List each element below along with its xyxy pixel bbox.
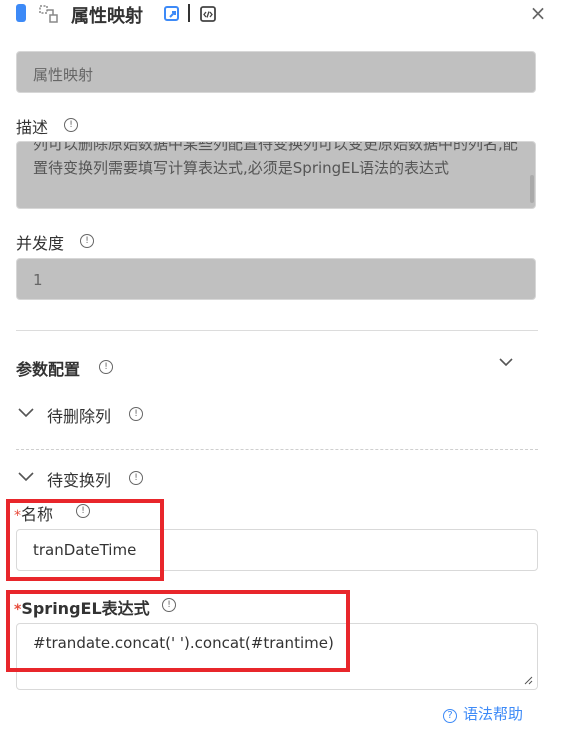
title-separator	[188, 4, 190, 22]
concurrency-label: 并发度	[16, 234, 65, 253]
description-scrollbar[interactable]	[530, 175, 534, 203]
section-divider	[16, 330, 538, 331]
annotation-box	[6, 590, 350, 672]
resize-handle-icon[interactable]	[524, 676, 533, 685]
code-view-icon[interactable]	[199, 5, 217, 23]
chevron-down-icon[interactable]	[18, 468, 34, 484]
concurrency-field[interactable]: 1	[16, 258, 536, 300]
annotation-box	[6, 499, 164, 581]
description-textarea[interactable]: 列可以删除原始数据中某些列配置待变换列可以变更原始数据中的列名,配置待变换列需要…	[16, 141, 536, 209]
chevron-down-icon[interactable]	[498, 356, 514, 368]
node-type-icon	[39, 5, 58, 23]
section-transform-columns[interactable]: 待变换列	[47, 467, 111, 491]
section-delete-columns[interactable]: 待删除列	[47, 403, 111, 427]
syntax-help-link[interactable]: ? 语法帮助	[443, 703, 523, 724]
info-icon: !	[80, 234, 94, 248]
edit-node-icon[interactable]	[163, 5, 181, 23]
node-name-field[interactable]: 属性映射	[16, 51, 536, 93]
description-label: 描述	[16, 118, 49, 137]
help-icon: ?	[443, 709, 457, 723]
panel-title: 属性映射	[71, 6, 143, 27]
info-icon: !	[129, 471, 143, 485]
close-icon[interactable]: ×	[528, 1, 548, 25]
syntax-help-label: 语法帮助	[463, 705, 524, 723]
dashed-divider	[16, 449, 538, 450]
description-text: 列可以删除原始数据中某些列配置待变换列可以变更原始数据中的列名,配置待变换列需要…	[33, 141, 518, 177]
param-config-heading: 参数配置	[16, 360, 81, 379]
chevron-down-icon[interactable]	[18, 404, 34, 420]
title-accent-bar	[16, 4, 26, 22]
info-icon: !	[64, 118, 78, 132]
info-icon: !	[129, 407, 143, 421]
info-icon: !	[99, 360, 113, 374]
